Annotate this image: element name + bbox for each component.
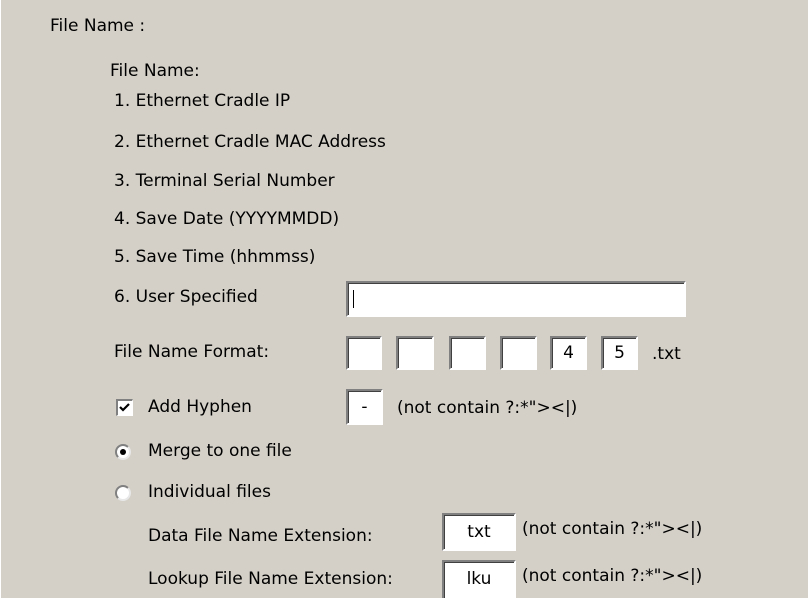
user-specified-input[interactable] — [346, 281, 686, 317]
lookup-ext-label: Lookup File Name Extension: — [148, 569, 393, 589]
lookup-ext-note: (not contain ?:*"><|) — [522, 566, 703, 586]
merge-label[interactable]: Merge to one file — [148, 441, 292, 461]
data-ext-input[interactable]: txt — [442, 513, 516, 551]
format-slot-3[interactable] — [449, 336, 486, 370]
individual-radio[interactable] — [115, 485, 131, 501]
lookup-ext-input[interactable]: lku — [442, 560, 516, 598]
option-save-time: 5. Save Time (hhmmss) — [114, 247, 316, 267]
user-specified-label: 6. User Specified — [114, 287, 258, 307]
individual-label[interactable]: Individual files — [148, 482, 271, 502]
format-suffix: .txt — [652, 344, 681, 364]
hyphen-note: (not contain ?:*"><|) — [397, 398, 578, 418]
merge-radio[interactable] — [115, 444, 131, 460]
option-serial-number: 3. Terminal Serial Number — [114, 171, 335, 191]
add-hyphen-label[interactable]: Add Hyphen — [148, 397, 252, 417]
format-slot-6[interactable]: 5 — [601, 336, 638, 370]
checkmark-icon — [119, 403, 130, 412]
file-name-heading: File Name: — [110, 61, 200, 81]
add-hyphen-checkbox[interactable] — [116, 399, 133, 416]
section-title: File Name : — [50, 16, 146, 36]
format-label: File Name Format: — [114, 342, 270, 362]
radio-selected-dot — [120, 449, 126, 455]
data-ext-label: Data File Name Extension: — [148, 526, 373, 546]
option-mac-address: 2. Ethernet Cradle MAC Address — [114, 132, 386, 152]
option-ethernet-ip: 1. Ethernet Cradle IP — [114, 91, 291, 111]
format-slot-4[interactable] — [500, 336, 537, 370]
panel-edge — [0, 0, 1, 598]
format-slot-1[interactable] — [346, 336, 382, 370]
text-caret — [353, 290, 354, 308]
format-slot-5[interactable]: 4 — [550, 336, 587, 370]
hyphen-input[interactable]: - — [346, 389, 383, 425]
format-slot-2[interactable] — [396, 336, 434, 370]
option-save-date: 4. Save Date (YYYYMMDD) — [114, 209, 340, 229]
data-ext-note: (not contain ?:*"><|) — [522, 519, 703, 539]
